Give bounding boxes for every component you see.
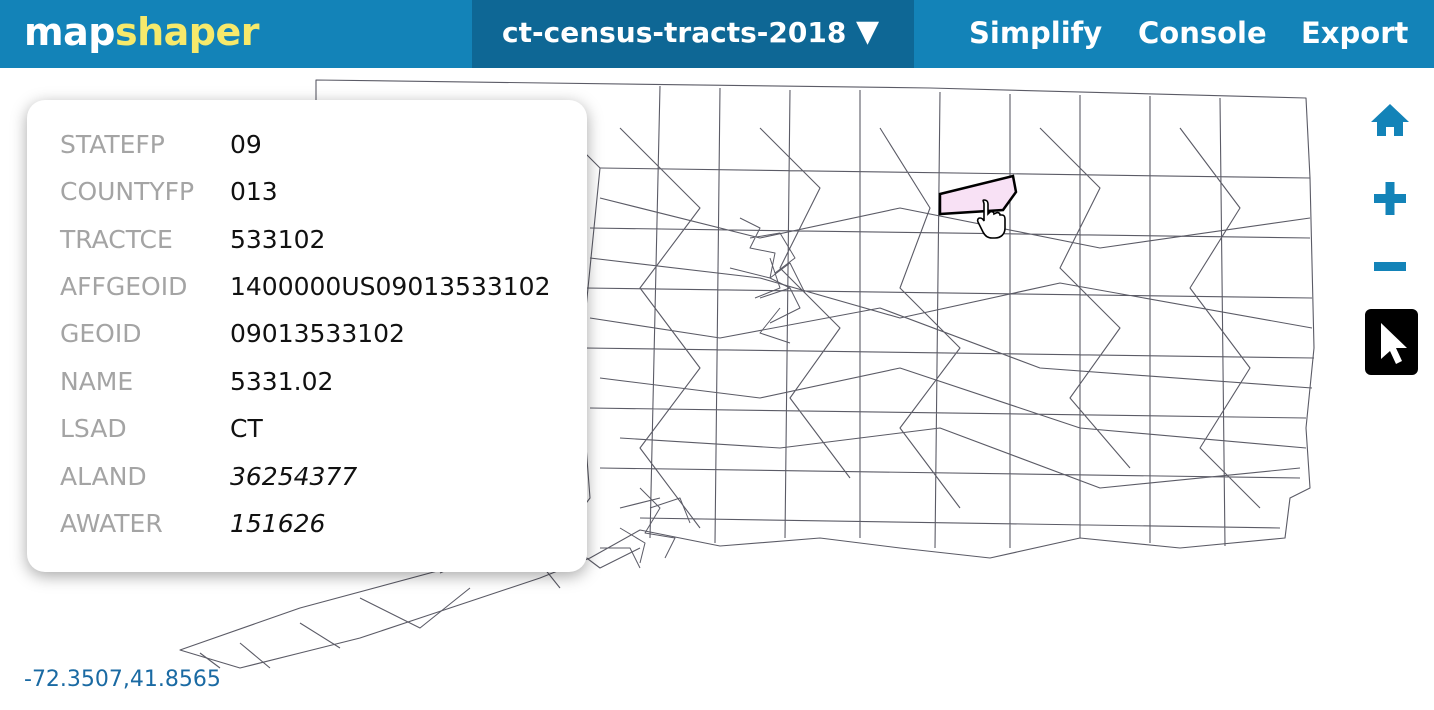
attribute-key: NAME bbox=[60, 367, 134, 396]
attribute-value: 1400000US09013533102 bbox=[230, 272, 551, 301]
attribute-key: AFFGEOID bbox=[60, 272, 188, 301]
layer-name: ct-census-tracts-2018 bbox=[502, 16, 847, 49]
layer-selector[interactable]: ct-census-tracts-2018 ▼ bbox=[472, 0, 914, 68]
feature-info-popup: STATEFP 09 COUNTYFP 013 TRACTCE 533102 A… bbox=[27, 100, 587, 572]
plus-icon bbox=[1374, 182, 1406, 215]
attribute-value: 013 bbox=[230, 177, 278, 206]
attribute-key: GEOID bbox=[60, 319, 142, 348]
logo-text-map: map bbox=[24, 10, 115, 54]
logo-text-shaper: shaper bbox=[114, 10, 260, 54]
attribute-value: 5331.02 bbox=[230, 367, 334, 396]
attribute-value: 533102 bbox=[230, 225, 326, 254]
triangle-down-icon: ▼ bbox=[856, 14, 880, 49]
coordinate-readout: -72.3507,41.8565 bbox=[24, 667, 221, 692]
simplify-menu-button[interactable]: Simplify bbox=[969, 14, 1102, 52]
select-tool-button[interactable] bbox=[1365, 309, 1418, 375]
attribute-value: 36254377 bbox=[230, 462, 358, 491]
attribute-key: LSAD bbox=[60, 414, 127, 443]
attribute-value: 09 bbox=[230, 130, 262, 159]
attribute-key: STATEFP bbox=[60, 130, 165, 159]
home-button[interactable] bbox=[1364, 96, 1416, 148]
top-bar: mapshaper ct-census-tracts-2018 ▼ Simpli… bbox=[0, 0, 1434, 68]
minus-icon bbox=[1374, 262, 1406, 271]
attribute-value: 09013533102 bbox=[230, 319, 405, 348]
attribute-value: 151626 bbox=[230, 509, 326, 538]
selected-tract[interactable] bbox=[938, 174, 1018, 216]
pointer-arrow-icon bbox=[1381, 323, 1407, 364]
zoom-out-button[interactable] bbox=[1364, 240, 1416, 292]
zoom-in-button[interactable] bbox=[1364, 172, 1416, 224]
attribute-value: CT bbox=[230, 414, 263, 443]
home-icon bbox=[1371, 104, 1409, 136]
attribute-key: TRACTCE bbox=[60, 225, 173, 254]
console-menu-button[interactable]: Console bbox=[1138, 14, 1267, 52]
attribute-key: ALAND bbox=[60, 462, 147, 491]
attribute-key: AWATER bbox=[60, 509, 163, 538]
attribute-key: COUNTYFP bbox=[60, 177, 195, 206]
mapshaper-logo: mapshaper bbox=[24, 8, 259, 56]
export-menu-button[interactable]: Export bbox=[1301, 14, 1408, 52]
urban-tracts bbox=[600, 217, 806, 569]
